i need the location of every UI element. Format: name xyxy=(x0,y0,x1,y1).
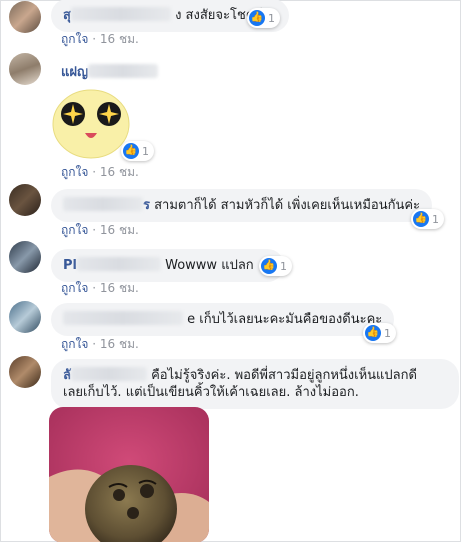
thumbs-up-icon: 👍 xyxy=(413,211,429,227)
comment-meta: ถูกใจ · 16 ชม. xyxy=(61,223,139,237)
reaction-count[interactable]: 👍 1 xyxy=(363,323,396,343)
reaction-count[interactable]: 👍 1 xyxy=(259,256,292,276)
laughing-sticker-icon xyxy=(51,87,131,161)
comment-bubble: e เก็บไว้เลยนะคะมันคือของดีนะคะ xyxy=(51,303,395,336)
avatar[interactable] xyxy=(9,53,41,85)
timestamp[interactable]: 16 ชม. xyxy=(100,337,139,351)
comment-meta: ถูกใจ · 16 ชม. xyxy=(61,281,139,295)
commenter-name[interactable]: แฝญ xyxy=(61,65,88,80)
redacted-name xyxy=(76,257,161,271)
like-link[interactable]: ถูกใจ xyxy=(61,32,88,46)
reaction-count[interactable]: 👍 1 xyxy=(411,209,444,229)
avatar[interactable] xyxy=(9,1,41,33)
coconut-photo[interactable] xyxy=(49,407,209,542)
redacted-name xyxy=(63,197,143,211)
comment-meta: ถูกใจ · 16 ชม. xyxy=(61,32,139,46)
commenter-name[interactable]: ร xyxy=(143,198,150,213)
comment-thread: สุ ง สงสัยจะโชคดี 👍 1 ถูกใจ · 16 ชม. แฝญ… xyxy=(0,0,461,542)
comment-bubble: ร สามตาก็ได้ สามหัวก็ได้ เพิ่งเคยเห็นเหม… xyxy=(51,189,433,222)
comment-meta: ถูกใจ · 16 ชม. xyxy=(61,337,139,351)
thumbs-up-icon: 👍 xyxy=(365,325,381,341)
redacted-name xyxy=(88,64,159,78)
avatar[interactable] xyxy=(9,241,41,273)
thumbs-up-icon: 👍 xyxy=(123,143,139,159)
avatar[interactable] xyxy=(9,184,41,216)
like-link[interactable]: ถูกใจ xyxy=(61,165,88,179)
redacted-name xyxy=(70,7,171,21)
comment-bubble: ลั คือไม่รู้จริงค่ะ. พอดีพี่สาวมีอยู่ลูก… xyxy=(51,359,459,409)
like-link[interactable]: ถูกใจ xyxy=(61,337,88,351)
comment-text-line1: คือไม่รู้จริงค่ะ. พอดีพี่สาวมีอยู่ลูกหนึ… xyxy=(151,368,417,383)
comment-text: e เก็บไว้เลยนะคะมันคือของดีนะคะ xyxy=(187,312,383,327)
like-link[interactable]: ถูกใจ xyxy=(61,223,88,237)
timestamp[interactable]: 16 ชม. xyxy=(100,281,139,295)
like-link[interactable]: ถูกใจ xyxy=(61,281,88,295)
commenter-name[interactable]: ลั xyxy=(63,368,71,383)
timestamp[interactable]: 16 ชม. xyxy=(100,165,139,179)
commenter-name[interactable]: สุ xyxy=(63,8,71,23)
comment-text-line2: เลยเก็บไว้. แต่เป็นเขียนคิ้วให้เค้าเฉยเล… xyxy=(63,385,359,400)
comment-header: แฝญ xyxy=(61,61,159,82)
redacted-name xyxy=(70,367,147,381)
timestamp[interactable]: 16 ชม. xyxy=(100,32,139,46)
comment-bubble: Pl Wowww แปลก xyxy=(51,249,284,282)
commenter-name[interactable]: Pl xyxy=(63,258,77,273)
redacted-name xyxy=(63,311,183,325)
timestamp[interactable]: 16 ชม. xyxy=(100,223,139,237)
comment-text: สามตาก็ได้ สามหัวก็ได้ เพิ่งเคยเห็นเหมือ… xyxy=(154,198,421,213)
thumbs-up-icon: 👍 xyxy=(249,10,265,26)
comment-text: Wowww แปลก xyxy=(165,258,254,273)
reaction-count[interactable]: 👍 1 xyxy=(121,141,154,161)
reaction-count[interactable]: 👍 1 xyxy=(247,8,280,28)
avatar[interactable] xyxy=(9,301,41,333)
avatar[interactable] xyxy=(9,356,41,388)
thumbs-up-icon: 👍 xyxy=(261,258,277,274)
comment-meta: ถูกใจ · 16 ชม. xyxy=(61,165,139,179)
